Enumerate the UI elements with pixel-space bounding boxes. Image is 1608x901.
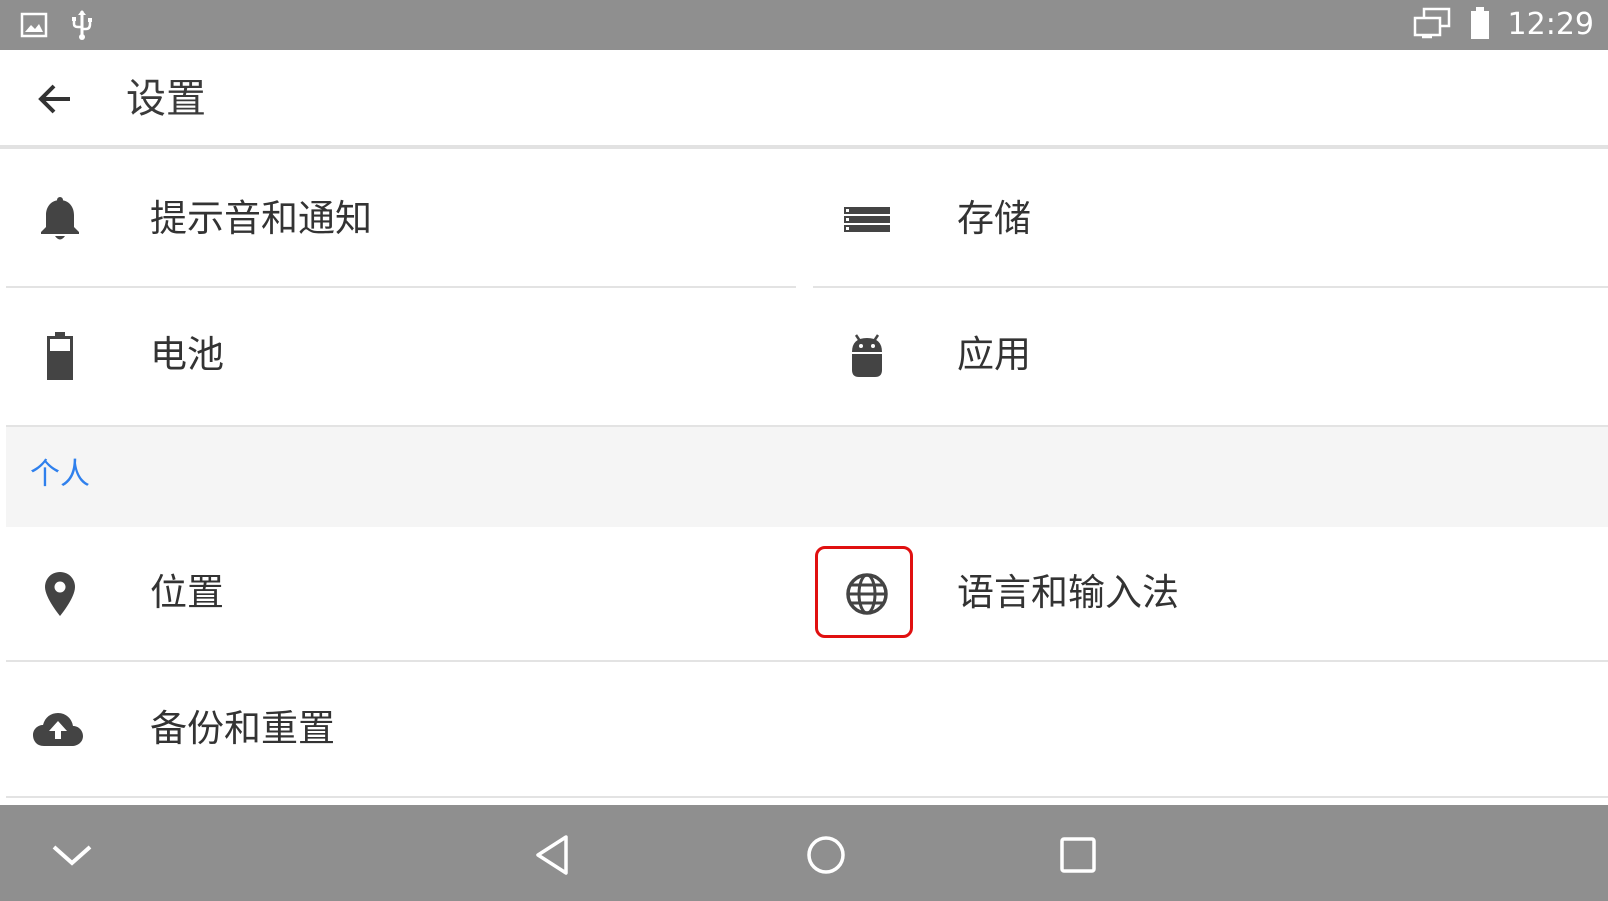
android-icon	[841, 330, 893, 382]
setting-battery[interactable]: 电池	[6, 289, 796, 424]
status-right-icons: 12:29	[1412, 6, 1594, 44]
cloud-upload-icon	[30, 704, 83, 756]
battery-icon	[34, 330, 86, 382]
recents-square-icon[interactable]	[1056, 833, 1100, 877]
status-bar: 12:29	[0, 0, 1608, 50]
setting-label: 位置	[150, 571, 224, 614]
setting-label: 语言和输入法	[957, 571, 1179, 614]
battery-icon	[1470, 6, 1490, 44]
storage-icon	[841, 194, 893, 246]
divider	[6, 286, 796, 288]
page-title: 设置	[126, 76, 206, 122]
status-time: 12:29	[1507, 7, 1594, 42]
setting-label: 备份和重置	[150, 707, 335, 750]
image-icon	[20, 11, 48, 43]
highlight-box	[815, 546, 913, 638]
setting-label: 提示音和通知	[150, 197, 372, 240]
setting-label: 电池	[150, 333, 224, 376]
setting-label: 应用	[957, 333, 1031, 376]
setting-apps[interactable]: 应用	[813, 289, 1608, 424]
setting-notifications[interactable]: 提示音和通知	[6, 153, 796, 288]
location-pin-icon	[34, 568, 86, 620]
bell-icon	[34, 194, 86, 246]
back-triangle-icon[interactable]	[530, 833, 574, 877]
screen-cast-icon	[1412, 6, 1452, 44]
divider	[813, 286, 1608, 288]
setting-storage[interactable]: 存储	[813, 153, 1608, 288]
setting-location[interactable]: 位置	[6, 527, 836, 662]
setting-label: 存储	[957, 197, 1031, 240]
setting-backup[interactable]: 备份和重置	[6, 663, 1608, 798]
status-left-icons	[20, 9, 94, 45]
app-bar: 设置	[0, 50, 1608, 149]
section-title: 个人	[30, 457, 90, 492]
divider	[813, 660, 1608, 662]
setting-language[interactable]: 语言和输入法	[813, 527, 1608, 662]
section-header-personal: 个人	[6, 425, 1608, 527]
arrow-back-icon[interactable]	[34, 77, 78, 121]
usb-icon	[70, 9, 94, 45]
divider	[6, 660, 836, 662]
divider	[6, 796, 1608, 798]
chevron-down-icon[interactable]	[50, 833, 94, 877]
nav-bar	[0, 805, 1608, 901]
home-circle-icon[interactable]	[804, 833, 848, 877]
settings-list: 提示音和通知 存储 电池 应用 个人 位置 语言和输入法 备份和重置	[0, 153, 1608, 805]
